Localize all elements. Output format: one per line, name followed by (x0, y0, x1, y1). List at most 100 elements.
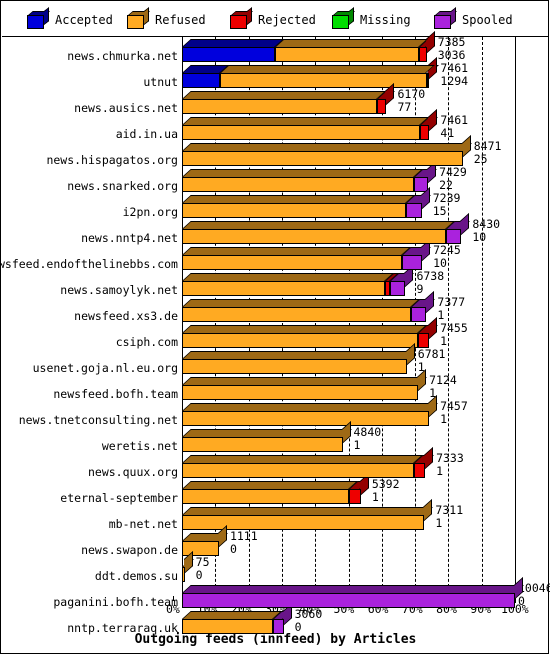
y-axis-label: i2pn.org (122, 205, 178, 219)
bar-value-label: 7333 1 (436, 452, 464, 477)
bar-row (182, 291, 522, 325)
bar-total-value: 7455 (440, 321, 468, 335)
bar-secondary-value: 1 (437, 307, 445, 322)
bar-top-face (220, 65, 436, 73)
bar-value-label: 5392 1 (372, 478, 400, 503)
y-axis-label: news.hispagatos.org (46, 153, 178, 167)
bar-segment-refused (182, 221, 455, 244)
bar-total-value: 7333 (436, 451, 464, 465)
legend-item-accepted: Accepted (27, 7, 113, 32)
legend-label: Spooled (462, 13, 513, 27)
bar-row (182, 317, 522, 351)
bar-segment-refused (182, 135, 472, 166)
bar-front-face (390, 281, 406, 296)
bar-secondary-value: 22 (439, 177, 453, 192)
bar-row (182, 135, 522, 169)
bar-segment-refused (182, 343, 416, 374)
bar-top-face (182, 351, 416, 359)
y-axis-label: newsfeed.bofh.team (53, 387, 178, 401)
bar-row (182, 551, 522, 585)
bar-total-value: 8471 (473, 139, 502, 153)
y-axis-label: csiph.com (115, 335, 178, 349)
bar-segment-refused (182, 169, 424, 192)
bar-total-value: 7311 (435, 503, 464, 517)
bar-secondary-value: 3036 (437, 47, 466, 62)
bar-segment-refused (182, 525, 228, 556)
bar-segment-spooled (446, 213, 471, 244)
bar-total-value: 6781 (417, 347, 446, 361)
bar-total-value: 8430 (472, 217, 501, 231)
bar-value-label: 8430 10 (472, 218, 500, 243)
bar-front-face (182, 203, 407, 218)
bar-top-face (182, 455, 423, 463)
bar-top-face (182, 143, 472, 151)
bar-total-value: 4840 (353, 425, 382, 439)
bar-segment-refused (182, 195, 415, 218)
bar-total-value: 7429 (439, 165, 467, 179)
bar-front-face (419, 47, 427, 62)
bar-total-value: 75 (195, 555, 210, 569)
bar-total-value: 7461 (440, 113, 469, 127)
bar-value-label: 6738 9 (416, 270, 444, 295)
bar-segment-spooled (182, 577, 524, 608)
bar-segment-refused (182, 551, 194, 582)
legend-item-refused: Refused (127, 7, 206, 32)
bar-row (182, 369, 522, 403)
bar-secondary-value: 1 (435, 515, 443, 530)
bar-front-face (182, 567, 185, 582)
bar-front-face (182, 411, 430, 426)
bar-top-face (182, 195, 415, 203)
bar-value-label: 7124 1 (429, 374, 457, 399)
bar-top-face (275, 39, 429, 47)
bar-front-face (182, 619, 274, 634)
bar-value-label: 7461 1294 (440, 62, 468, 87)
bar-segment-accepted (182, 65, 230, 88)
bar-front-face (182, 463, 414, 478)
bar-top-face (182, 273, 395, 281)
bar-segment-rejected (420, 109, 439, 140)
bar-top-face (182, 39, 285, 47)
bar-secondary-value: 0 (229, 541, 237, 556)
legend-swatch-icon (230, 7, 253, 29)
bar-segment-rejected (419, 31, 436, 62)
bar-value-label: 7455 1 (440, 322, 468, 347)
bar-segment-accepted (182, 39, 285, 62)
bar-front-face (182, 99, 378, 114)
bar-row (182, 473, 522, 507)
bar-total-value: 5392 (371, 477, 400, 491)
bar-front-face (377, 99, 387, 114)
bar-top-face (182, 299, 420, 307)
bar-total-value: 6738 (416, 269, 445, 283)
bar-value-label: 7239 15 (433, 192, 461, 217)
bar-segment-refused (182, 455, 423, 478)
bar-segment-rejected (385, 273, 399, 296)
bar-front-face (182, 489, 350, 504)
y-axis-label: news.chmurka.net (67, 49, 178, 63)
bar-value-label: 75 0 (196, 556, 210, 581)
legend-item-rejected: Rejected (230, 7, 316, 32)
chart-legend: Accepted Refused Rejected Missing Spooled (2, 2, 549, 37)
bar-front-face (182, 541, 219, 556)
bar-secondary-value: 0 (195, 567, 203, 582)
bar-front-face (411, 307, 427, 322)
bar-total-value: 7377 (437, 295, 466, 309)
bar-secondary-value: 1 (371, 489, 379, 504)
x-tick-label: 0% (166, 602, 180, 616)
bar-segment-refused (182, 247, 411, 270)
bar-secondary-value: 1 (440, 411, 448, 426)
y-axis-label: newsfeed.endofthelinebbs.com (0, 257, 178, 271)
bar-top-face (182, 377, 427, 385)
legend-label: Rejected (258, 13, 316, 27)
bar-row (182, 577, 524, 611)
bar-total-value: 7124 (429, 373, 457, 387)
bar-segment-refused (182, 611, 283, 634)
bar-value-label: 6781 1 (418, 348, 446, 373)
bar-segment-rejected (349, 473, 370, 504)
bar-row (182, 161, 522, 195)
bar-segment-refused (182, 299, 420, 322)
bar-top-face (182, 585, 524, 593)
bar-row (182, 83, 522, 117)
bar-front-face (420, 125, 430, 140)
bar-segment-refused (182, 499, 434, 530)
bar-front-face (182, 333, 418, 348)
